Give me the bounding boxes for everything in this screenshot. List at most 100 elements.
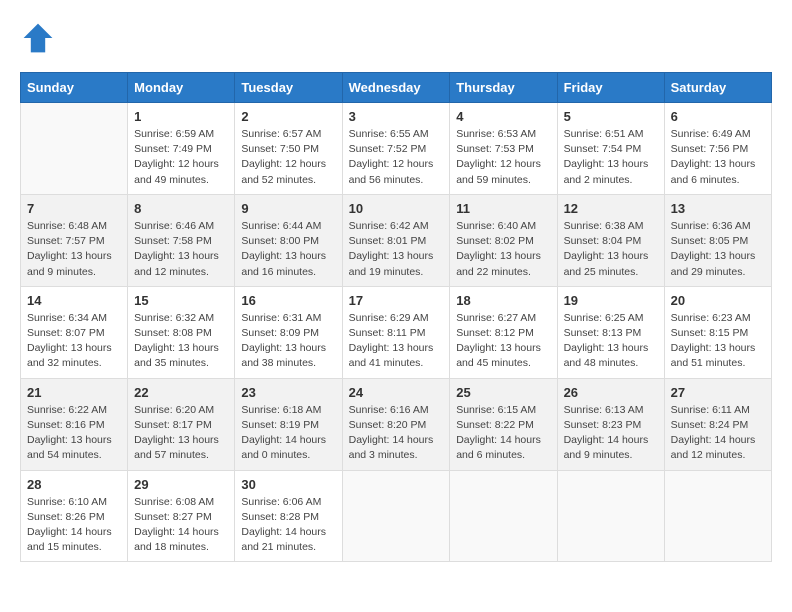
day-cell: 26 Sunrise: 6:13 AMSunset: 8:23 PMDayligh… — [557, 378, 664, 470]
weekday-header-monday: Monday — [128, 73, 235, 103]
day-info: Sunrise: 6:06 AMSunset: 8:28 PMDaylight:… — [241, 495, 335, 556]
day-cell: 14 Sunrise: 6:34 AMSunset: 8:07 PMDayligh… — [21, 286, 128, 378]
day-info: Sunrise: 6:25 AMSunset: 8:13 PMDaylight:… — [564, 311, 658, 372]
day-cell — [664, 470, 771, 562]
week-row-2: 7 Sunrise: 6:48 AMSunset: 7:57 PMDaylight… — [21, 194, 772, 286]
day-number: 13 — [671, 201, 765, 216]
day-info: Sunrise: 6:57 AMSunset: 7:50 PMDaylight:… — [241, 127, 335, 188]
day-cell: 4 Sunrise: 6:53 AMSunset: 7:53 PMDaylight… — [450, 103, 557, 195]
day-cell: 2Sunrise: 6:57 AMSunset: 7:50 PMDaylight… — [235, 103, 342, 195]
day-number: 14 — [27, 293, 121, 308]
day-number: 28 — [27, 477, 121, 492]
day-info: Sunrise: 6:20 AMSunset: 8:17 PMDaylight:… — [134, 403, 228, 464]
day-number: 10 — [349, 201, 444, 216]
day-cell: 19 Sunrise: 6:25 AMSunset: 8:13 PMDayligh… — [557, 286, 664, 378]
day-number: 7 — [27, 201, 121, 216]
day-number: 11 — [456, 201, 550, 216]
day-number: 16 — [241, 293, 335, 308]
day-cell: 8 Sunrise: 6:46 AMSunset: 7:58 PMDaylight… — [128, 194, 235, 286]
day-cell: 22Sunrise: 6:20 AMSunset: 8:17 PMDayligh… — [128, 378, 235, 470]
day-cell: 12 Sunrise: 6:38 AMSunset: 8:04 PMDayligh… — [557, 194, 664, 286]
day-cell — [21, 103, 128, 195]
day-number: 27 — [671, 385, 765, 400]
day-number: 1 — [134, 109, 228, 124]
day-info: Sunrise: 6:44 AMSunset: 8:00 PMDaylight:… — [241, 219, 335, 280]
day-number: 15 — [134, 293, 228, 308]
day-info: Sunrise: 6:08 AMSunset: 8:27 PMDaylight:… — [134, 495, 228, 556]
weekday-header-tuesday: Tuesday — [235, 73, 342, 103]
day-cell: 20Sunrise: 6:23 AMSunset: 8:15 PMDayligh… — [664, 286, 771, 378]
day-info: Sunrise: 6:42 AMSunset: 8:01 PMDaylight:… — [349, 219, 444, 280]
weekday-header-wednesday: Wednesday — [342, 73, 450, 103]
week-row-4: 21Sunrise: 6:22 AMSunset: 8:16 PMDayligh… — [21, 378, 772, 470]
day-cell: 24 Sunrise: 6:16 AMSunset: 8:20 PMDayligh… — [342, 378, 450, 470]
day-info: Sunrise: 6:38 AMSunset: 8:04 PMDaylight:… — [564, 219, 658, 280]
day-info: Sunrise: 6:23 AMSunset: 8:15 PMDaylight:… — [671, 311, 765, 372]
calendar: SundayMondayTuesdayWednesdayThursdayFrid… — [20, 72, 772, 562]
day-cell: 1 Sunrise: 6:59 AMSunset: 7:49 PMDaylight… — [128, 103, 235, 195]
day-cell: 27 Sunrise: 6:11 AMSunset: 8:24 PMDayligh… — [664, 378, 771, 470]
day-number: 21 — [27, 385, 121, 400]
day-number: 25 — [456, 385, 550, 400]
weekday-header-saturday: Saturday — [664, 73, 771, 103]
day-number: 23 — [241, 385, 335, 400]
day-cell: 29 Sunrise: 6:08 AMSunset: 8:27 PMDayligh… — [128, 470, 235, 562]
day-number: 9 — [241, 201, 335, 216]
week-row-5: 28Sunrise: 6:10 AMSunset: 8:26 PMDayligh… — [21, 470, 772, 562]
day-info: Sunrise: 6:13 AMSunset: 8:23 PMDaylight:… — [564, 403, 658, 464]
day-cell: 25 Sunrise: 6:15 AMSunset: 8:22 PMDayligh… — [450, 378, 557, 470]
day-cell: 13 Sunrise: 6:36 AMSunset: 8:05 PMDayligh… — [664, 194, 771, 286]
weekday-header-row: SundayMondayTuesdayWednesdayThursdayFrid… — [21, 73, 772, 103]
day-cell: 16 Sunrise: 6:31 AMSunset: 8:09 PMDayligh… — [235, 286, 342, 378]
day-info: Sunrise: 6:48 AMSunset: 7:57 PMDaylight:… — [27, 219, 121, 280]
day-number: 6 — [671, 109, 765, 124]
day-cell: 23 Sunrise: 6:18 AMSunset: 8:19 PMDayligh… — [235, 378, 342, 470]
day-info: Sunrise: 6:40 AMSunset: 8:02 PMDaylight:… — [456, 219, 550, 280]
week-row-3: 14 Sunrise: 6:34 AMSunset: 8:07 PMDayligh… — [21, 286, 772, 378]
day-cell: 9 Sunrise: 6:44 AMSunset: 8:00 PMDaylight… — [235, 194, 342, 286]
weekday-header-friday: Friday — [557, 73, 664, 103]
day-info: Sunrise: 6:16 AMSunset: 8:20 PMDaylight:… — [349, 403, 444, 464]
day-info: Sunrise: 6:46 AMSunset: 7:58 PMDaylight:… — [134, 219, 228, 280]
day-cell: 21Sunrise: 6:22 AMSunset: 8:16 PMDayligh… — [21, 378, 128, 470]
day-number: 19 — [564, 293, 658, 308]
day-cell: 6Sunrise: 6:49 AMSunset: 7:56 PMDaylight… — [664, 103, 771, 195]
day-info: Sunrise: 6:32 AMSunset: 8:08 PMDaylight:… — [134, 311, 228, 372]
logo — [20, 20, 62, 56]
day-info: Sunrise: 6:27 AMSunset: 8:12 PMDaylight:… — [456, 311, 550, 372]
day-number: 17 — [349, 293, 444, 308]
day-number: 12 — [564, 201, 658, 216]
day-cell: 28Sunrise: 6:10 AMSunset: 8:26 PMDayligh… — [21, 470, 128, 562]
day-info: Sunrise: 6:34 AMSunset: 8:07 PMDaylight:… — [27, 311, 121, 372]
day-info: Sunrise: 6:29 AMSunset: 8:11 PMDaylight:… — [349, 311, 444, 372]
day-number: 4 — [456, 109, 550, 124]
day-cell: 18Sunrise: 6:27 AMSunset: 8:12 PMDayligh… — [450, 286, 557, 378]
day-info: Sunrise: 6:36 AMSunset: 8:05 PMDaylight:… — [671, 219, 765, 280]
day-cell — [557, 470, 664, 562]
day-cell — [342, 470, 450, 562]
day-number: 3 — [349, 109, 444, 124]
day-cell: 15 Sunrise: 6:32 AMSunset: 8:08 PMDayligh… — [128, 286, 235, 378]
day-number: 26 — [564, 385, 658, 400]
day-cell: 5 Sunrise: 6:51 AMSunset: 7:54 PMDaylight… — [557, 103, 664, 195]
day-info: Sunrise: 6:15 AMSunset: 8:22 PMDaylight:… — [456, 403, 550, 464]
logo-icon — [20, 20, 56, 56]
day-info: Sunrise: 6:31 AMSunset: 8:09 PMDaylight:… — [241, 311, 335, 372]
day-number: 24 — [349, 385, 444, 400]
day-info: Sunrise: 6:11 AMSunset: 8:24 PMDaylight:… — [671, 403, 765, 464]
day-cell: 10 Sunrise: 6:42 AMSunset: 8:01 PMDayligh… — [342, 194, 450, 286]
day-cell: 3 Sunrise: 6:55 AMSunset: 7:52 PMDaylight… — [342, 103, 450, 195]
header — [20, 20, 772, 56]
day-number: 5 — [564, 109, 658, 124]
day-number: 8 — [134, 201, 228, 216]
day-cell: 17 Sunrise: 6:29 AMSunset: 8:11 PMDayligh… — [342, 286, 450, 378]
day-info: Sunrise: 6:55 AMSunset: 7:52 PMDaylight:… — [349, 127, 444, 188]
day-info: Sunrise: 6:18 AMSunset: 8:19 PMDaylight:… — [241, 403, 335, 464]
weekday-header-sunday: Sunday — [21, 73, 128, 103]
day-info: Sunrise: 6:51 AMSunset: 7:54 PMDaylight:… — [564, 127, 658, 188]
day-info: Sunrise: 6:53 AMSunset: 7:53 PMDaylight:… — [456, 127, 550, 188]
day-info: Sunrise: 6:59 AMSunset: 7:49 PMDaylight:… — [134, 127, 228, 188]
day-number: 29 — [134, 477, 228, 492]
weekday-header-thursday: Thursday — [450, 73, 557, 103]
day-number: 30 — [241, 477, 335, 492]
